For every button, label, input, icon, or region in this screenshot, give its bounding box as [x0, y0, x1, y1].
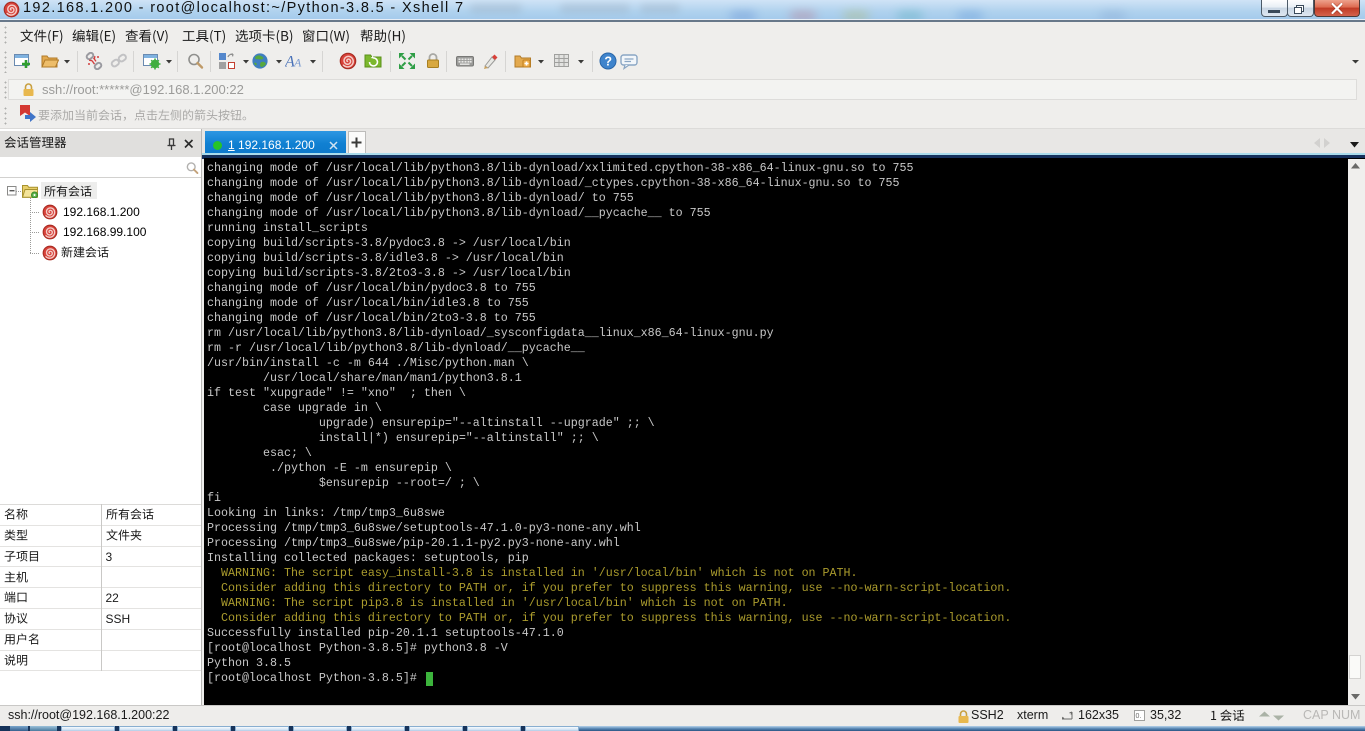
svg-text:0.: 0. — [1136, 713, 1142, 720]
svg-text:?: ? — [604, 55, 612, 69]
svg-text:A: A — [293, 56, 302, 70]
